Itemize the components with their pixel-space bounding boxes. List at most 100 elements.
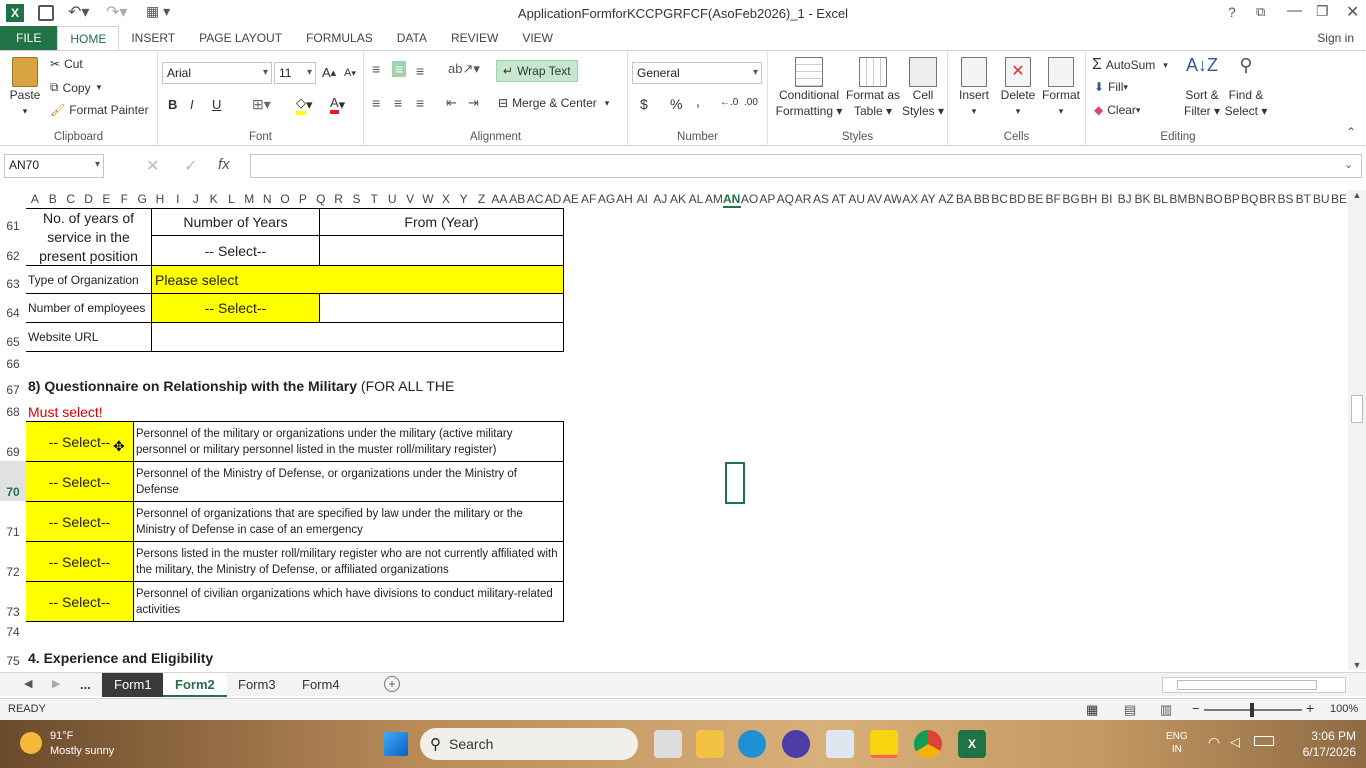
- column-header[interactable]: U: [383, 190, 402, 208]
- font-name-select[interactable]: Arial: [162, 62, 272, 84]
- wrap-text-button[interactable]: ↵ Wrap Text: [496, 60, 578, 82]
- taskbar-search-box[interactable]: ⚲ Search: [420, 728, 638, 760]
- edge-browser-icon[interactable]: [738, 730, 766, 758]
- employees-extra-cell[interactable]: [319, 293, 564, 323]
- column-header[interactable]: X: [436, 190, 455, 208]
- column-header[interactable]: T: [365, 190, 384, 208]
- column-header[interactable]: BU: [1312, 190, 1331, 208]
- worksheet-grid[interactable]: A B C D E F G H I J K L M N O P Q R S T U V W X Y Z AA AB AC AD AE AF AG…: [0, 190, 1348, 670]
- column-header[interactable]: F: [115, 190, 134, 208]
- fill-color-icon[interactable]: ◇ ▾: [296, 95, 313, 115]
- row-header[interactable]: 74: [0, 621, 26, 641]
- column-header[interactable]: AA: [490, 190, 509, 208]
- column-header[interactable]: AD: [544, 190, 562, 208]
- tab-data[interactable]: DATA: [385, 26, 439, 50]
- shrink-font-icon[interactable]: A ▾: [344, 67, 356, 79]
- row-header[interactable]: 75: [0, 641, 26, 670]
- employees-dropdown[interactable]: -- Select--: [151, 293, 320, 323]
- scroll-up-icon[interactable]: ▲: [1348, 190, 1366, 200]
- column-header[interactable]: J: [186, 190, 205, 208]
- merge-center-button[interactable]: ⊟ Merge & Center ▾: [498, 96, 609, 110]
- tab-file[interactable]: FILE: [0, 26, 58, 50]
- column-header[interactable]: K: [204, 190, 223, 208]
- column-header[interactable]: D: [79, 190, 98, 208]
- paste-button[interactable]: Paste ▾: [6, 57, 44, 119]
- language-indicator[interactable]: ENG IN: [1166, 730, 1188, 756]
- enter-formula-icon[interactable]: ✓: [184, 156, 197, 176]
- clock-time[interactable]: 3:06 PM: [1290, 729, 1356, 743]
- column-header[interactable]: AI: [633, 190, 652, 208]
- zoom-slider-thumb[interactable]: [1250, 703, 1254, 717]
- horizontal-scroll-thumb[interactable]: [1177, 680, 1317, 690]
- fill-button[interactable]: ⬇ Fill ▾: [1094, 80, 1128, 94]
- sheet-tab-form3[interactable]: Form3: [226, 673, 288, 697]
- grow-font-icon[interactable]: A ▴: [322, 65, 336, 80]
- wifi-icon[interactable]: ◠: [1208, 734, 1220, 751]
- row-header[interactable]: 66: [0, 351, 26, 373]
- name-box[interactable]: AN70: [4, 154, 104, 178]
- column-header[interactable]: P: [293, 190, 312, 208]
- column-header[interactable]: BO: [1205, 190, 1223, 208]
- tab-review[interactable]: REVIEW: [439, 26, 510, 50]
- clock-date[interactable]: 6/17/2026: [1280, 745, 1356, 759]
- align-right-icon[interactable]: ≡: [416, 95, 424, 111]
- column-header[interactable]: BK: [1133, 190, 1152, 208]
- app-icon[interactable]: [782, 730, 810, 758]
- select-all-corner[interactable]: [0, 190, 26, 208]
- align-middle-icon[interactable]: ≡: [392, 61, 407, 77]
- increase-decimal-icon[interactable]: ←.0: [720, 97, 738, 108]
- restore-icon[interactable]: ❐: [1316, 3, 1329, 20]
- percent-button[interactable]: %: [670, 96, 682, 112]
- horizontal-scrollbar[interactable]: [1162, 677, 1346, 693]
- align-bottom-icon[interactable]: ≡: [416, 63, 424, 79]
- find-select-button[interactable]: ⚲ Find & Select ▾: [1224, 56, 1268, 119]
- column-header[interactable]: O: [276, 190, 294, 208]
- orientation-icon[interactable]: ab↗▾: [448, 61, 480, 77]
- row-header[interactable]: 72: [0, 541, 26, 581]
- align-center-icon[interactable]: ≡: [394, 95, 402, 111]
- column-header[interactable]: BT: [1294, 190, 1313, 208]
- column-header[interactable]: AM: [704, 190, 723, 208]
- row-header[interactable]: 70: [0, 461, 26, 501]
- column-header[interactable]: BS: [1276, 190, 1295, 208]
- column-header[interactable]: BJ: [1115, 190, 1134, 208]
- military-question-select[interactable]: -- Select--: [26, 461, 134, 502]
- column-header[interactable]: AX: [901, 190, 920, 208]
- more-sheets-button[interactable]: ...: [68, 673, 103, 697]
- column-header[interactable]: AQ: [776, 190, 795, 208]
- column-header[interactable]: BH: [1080, 190, 1098, 208]
- column-header[interactable]: AW: [883, 190, 902, 208]
- expand-formula-icon[interactable]: ⌄: [1344, 158, 1353, 171]
- column-header[interactable]: Y: [454, 190, 473, 208]
- save-icon[interactable]: [38, 5, 54, 21]
- font-size-select[interactable]: 11: [274, 62, 316, 84]
- column-header[interactable]: L: [222, 190, 241, 208]
- column-header[interactable]: BE: [1330, 190, 1348, 208]
- zoom-out-icon[interactable]: −: [1192, 701, 1200, 716]
- italic-button[interactable]: I: [190, 97, 194, 112]
- volume-icon[interactable]: ◁: [1230, 734, 1240, 750]
- row-header[interactable]: 63: [0, 265, 26, 293]
- formula-input[interactable]: [250, 154, 1362, 178]
- column-header[interactable]: BL: [1151, 190, 1170, 208]
- column-header[interactable]: W: [419, 190, 437, 208]
- insert-function-icon[interactable]: fx: [218, 156, 230, 173]
- column-header[interactable]: BR: [1258, 190, 1277, 208]
- align-top-icon[interactable]: ≡: [372, 61, 380, 77]
- column-header[interactable]: AU: [847, 190, 866, 208]
- currency-button[interactable]: $: [640, 96, 648, 112]
- column-header[interactable]: AV: [865, 190, 884, 208]
- delete-cells-button[interactable]: ✕ Delete ▾: [996, 57, 1040, 119]
- vertical-scrollbar[interactable]: ▲ ▼: [1348, 190, 1366, 670]
- format-cells-button[interactable]: Format ▾: [1038, 57, 1084, 119]
- battery-icon[interactable]: [1254, 736, 1274, 746]
- sheet-tab-form2[interactable]: Form2: [163, 673, 227, 697]
- redo-icon[interactable]: ↷▾: [106, 2, 127, 22]
- autosum-button[interactable]: Σ AutoSum ▾: [1092, 56, 1168, 74]
- tab-formulas[interactable]: FORMULAS: [294, 26, 385, 50]
- row-header[interactable]: 67: [0, 373, 26, 399]
- column-header[interactable]: AG: [597, 190, 616, 208]
- camera-icon[interactable]: [826, 730, 854, 758]
- military-question-select[interactable]: -- Select--: [26, 541, 134, 582]
- column-header[interactable]: AT: [829, 190, 848, 208]
